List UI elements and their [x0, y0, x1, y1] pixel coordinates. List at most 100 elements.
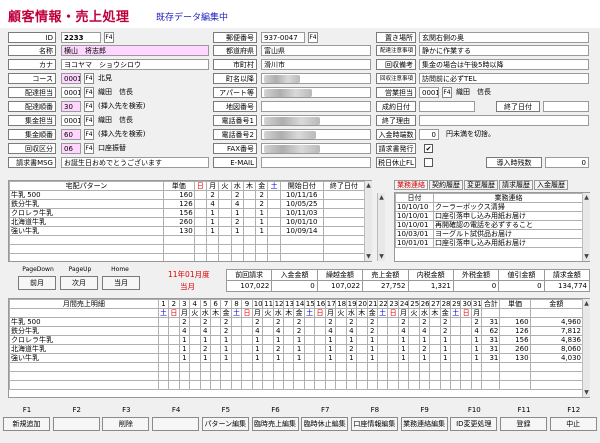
- history-tab[interactable]: 契約履歴: [429, 180, 463, 190]
- daily-qty-cell[interactable]: 1: [324, 344, 337, 354]
- daily-qty-cell[interactable]: 1: [470, 335, 483, 345]
- apartment-input[interactable]: [261, 87, 371, 98]
- fkey-button-f2[interactable]: [52, 417, 100, 431]
- daily-qty-cell[interactable]: [376, 317, 389, 327]
- daily-qty-cell[interactable]: [303, 326, 316, 336]
- daily-qty-cell[interactable]: 1: [439, 353, 452, 363]
- daily-qty-cell[interactable]: 1: [366, 344, 378, 354]
- history-tab[interactable]: 変更履歴: [464, 180, 498, 190]
- placement-input[interactable]: 玄関右側の奥: [419, 32, 589, 43]
- daily-qty-cell[interactable]: [335, 326, 347, 336]
- table-row[interactable]: [9, 253, 366, 261]
- daily-qty-cell[interactable]: [230, 353, 243, 363]
- daily-qty-cell[interactable]: [356, 335, 368, 345]
- collect-order-f4-icon[interactable]: F4: [84, 129, 94, 140]
- daily-qty-cell[interactable]: 4: [418, 326, 431, 336]
- delivery-order-f4-icon[interactable]: F4: [84, 101, 94, 112]
- daily-qty-cell[interactable]: 2: [439, 326, 452, 336]
- daily-qty-cell[interactable]: 4: [324, 326, 337, 336]
- collect-type-f4-icon[interactable]: F4: [84, 143, 94, 154]
- daily-qty-cell[interactable]: 2: [366, 317, 378, 327]
- daily-qty-cell[interactable]: [376, 353, 389, 363]
- daily-qty-cell[interactable]: 1: [251, 353, 264, 363]
- daily-qty-cell[interactable]: 1: [439, 335, 452, 345]
- course-code-input[interactable]: 0001: [61, 73, 81, 84]
- current-month-button[interactable]: 当月: [102, 276, 140, 290]
- daily-qty-cell[interactable]: [314, 353, 326, 363]
- daily-qty-cell[interactable]: [429, 335, 441, 345]
- daily-qty-cell[interactable]: 2: [345, 317, 358, 327]
- daily-qty-cell[interactable]: 1: [470, 353, 483, 363]
- daily-qty-cell[interactable]: 1: [178, 335, 191, 345]
- contract-date-input[interactable]: [419, 101, 475, 112]
- daily-qty-cell[interactable]: [314, 344, 326, 354]
- fkey-button-f7[interactable]: 臨時休止編集: [301, 417, 349, 431]
- daily-qty-cell[interactable]: 4: [272, 326, 285, 336]
- daily-qty-cell[interactable]: [168, 344, 180, 354]
- daily-qty-cell[interactable]: [230, 317, 243, 327]
- postal-f4-icon[interactable]: F4: [308, 32, 318, 43]
- daily-qty-cell[interactable]: [429, 326, 441, 336]
- history-tab[interactable]: 入金履歴: [534, 180, 568, 190]
- history-tab[interactable]: 請求履歴: [499, 180, 533, 190]
- history-left-scrollbar[interactable]: ▲ ▼: [377, 193, 385, 261]
- daily-qty-cell[interactable]: [157, 353, 170, 363]
- prefecture-input[interactable]: 富山県: [261, 45, 371, 56]
- table-row[interactable]: 北海道牛乳 260 1 2 1 10/01/10: [9, 217, 366, 227]
- daily-qty-cell[interactable]: [262, 344, 274, 354]
- daily-qty-cell[interactable]: [168, 317, 180, 327]
- daily-qty-cell[interactable]: 2: [418, 344, 431, 354]
- daily-qty-cell[interactable]: 4: [178, 326, 191, 336]
- daily-qty-cell[interactable]: [460, 317, 472, 327]
- table-row[interactable]: 鉄分牛乳 126 4 4 2 10/05/25: [9, 199, 366, 209]
- daily-qty-cell[interactable]: [282, 326, 295, 336]
- daily-qty-cell[interactable]: [157, 344, 170, 354]
- collect-time-input[interactable]: 集金の場合は午後5時以降: [419, 59, 589, 70]
- name-input[interactable]: 横山 将志郎: [61, 45, 209, 56]
- kana-input[interactable]: ヨコヤマ ショウシロウ: [61, 59, 209, 70]
- daily-qty-cell[interactable]: [189, 344, 201, 354]
- daily-qty-cell[interactable]: [376, 326, 389, 336]
- daily-qty-cell[interactable]: [209, 326, 222, 336]
- daily-qty-cell[interactable]: [460, 353, 472, 363]
- daily-qty-cell[interactable]: [376, 335, 389, 345]
- phone1-input[interactable]: [261, 115, 371, 126]
- daily-qty-cell[interactable]: 1: [199, 335, 211, 345]
- intro-count-input[interactable]: 0: [545, 157, 589, 168]
- sales-staff-f4-icon[interactable]: F4: [442, 87, 452, 98]
- daily-qty-cell[interactable]: [209, 353, 222, 363]
- table-row[interactable]: 10/10/01 再開確認の電話を必ずすること: [395, 220, 584, 230]
- daily-qty-cell[interactable]: 1: [272, 353, 285, 363]
- daily-qty-cell[interactable]: [157, 326, 170, 336]
- daily-qty-cell[interactable]: [460, 335, 472, 345]
- daily-qty-cell[interactable]: [168, 335, 180, 345]
- sales-staff-code-input[interactable]: 0001: [419, 87, 439, 98]
- daily-qty-cell[interactable]: 1: [293, 344, 305, 354]
- daily-qty-cell[interactable]: 4: [251, 326, 264, 336]
- delivery-pattern-scrollbar[interactable]: ▲ ▼: [364, 181, 372, 261]
- daily-qty-cell[interactable]: [230, 326, 243, 336]
- daily-qty-cell[interactable]: 1: [439, 344, 452, 354]
- fkey-button-f4[interactable]: [152, 417, 200, 431]
- daily-qty-cell[interactable]: [314, 335, 326, 345]
- table-row[interactable]: 牛乳 500 160 2 2 2 10/11/16: [9, 190, 366, 200]
- deposit-input[interactable]: 0: [419, 129, 439, 140]
- email-input[interactable]: [261, 157, 371, 168]
- id-input[interactable]: 2233: [61, 32, 101, 43]
- daily-qty-cell[interactable]: [429, 317, 441, 327]
- table-row[interactable]: 強い牛乳 130 1 1 1 10/09/14: [9, 226, 366, 236]
- daily-qty-cell[interactable]: [189, 326, 201, 336]
- daily-qty-cell[interactable]: 1: [199, 353, 211, 363]
- daily-qty-cell[interactable]: [449, 326, 462, 336]
- delivery-staff-f4-icon[interactable]: F4: [84, 87, 94, 98]
- daily-qty-cell[interactable]: [262, 353, 274, 363]
- collect-staff-f4-icon[interactable]: F4: [84, 115, 94, 126]
- daily-qty-cell[interactable]: [314, 317, 326, 327]
- daily-qty-cell[interactable]: 4: [345, 326, 358, 336]
- table-row[interactable]: 強い牛乳 1 1 1 1 1 1 1 1 1 1 1 1 1 31 130 4,030: [9, 353, 584, 363]
- daily-qty-cell[interactable]: [230, 344, 243, 354]
- daily-qty-cell[interactable]: 1: [293, 353, 305, 363]
- history-scrollbar[interactable]: ▲ ▼: [582, 193, 590, 261]
- table-row[interactable]: 牛乳 500 2 2 2 2 2 2 2 2 2 2 2 2 2 31 160 4,960: [9, 317, 584, 327]
- daily-qty-cell[interactable]: [356, 317, 368, 327]
